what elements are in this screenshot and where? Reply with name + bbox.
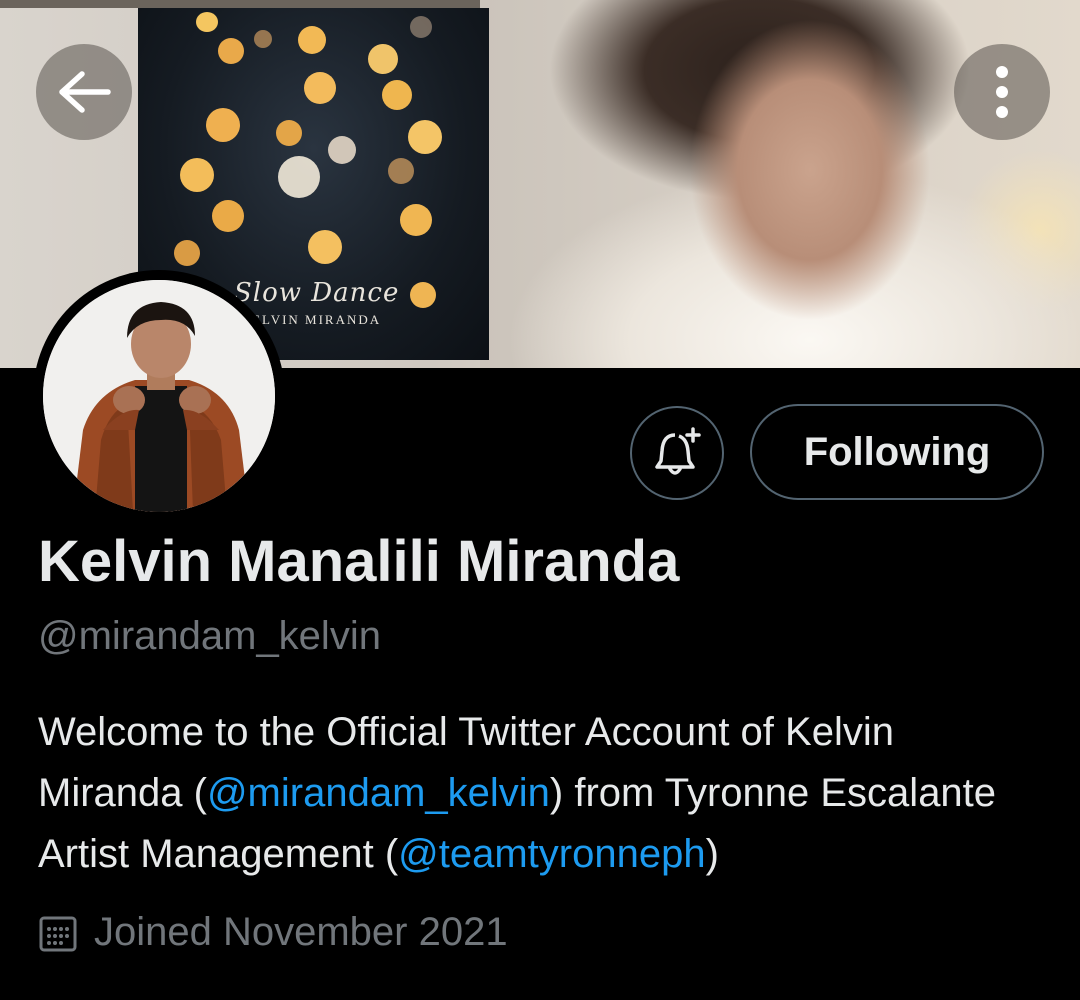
calendar-icon: [38, 913, 78, 953]
back-button[interactable]: [36, 44, 132, 140]
display-name: Kelvin Manalili Miranda: [38, 529, 680, 594]
album-artist: ELVIN MIRANDA: [252, 312, 382, 327]
profile-screen: Slow Dance ELVIN MIRANDA Following Kelvi…: [0, 0, 1080, 1000]
bio-text: ): [705, 832, 719, 876]
joined-text: Joined November 2021: [94, 910, 508, 954]
arrow-left-icon: [56, 70, 112, 114]
mention-link[interactable]: @mirandam_kelvin: [207, 771, 550, 815]
handle: @mirandam_kelvin: [38, 614, 381, 658]
notify-button[interactable]: [630, 406, 724, 500]
mention-link[interactable]: @teamtyronneph: [398, 832, 705, 876]
avatar[interactable]: [33, 270, 285, 522]
joined-date: Joined November 2021: [38, 910, 508, 955]
more-options-button[interactable]: [954, 44, 1050, 140]
album-title: Slow Dance: [234, 278, 400, 308]
bio: Welcome to the Official Twitter Account …: [38, 702, 1048, 885]
avatar-photo: [43, 280, 275, 512]
bell-plus-icon: [649, 425, 705, 481]
more-vertical-icon: [994, 64, 1010, 120]
following-button[interactable]: Following: [750, 404, 1044, 500]
